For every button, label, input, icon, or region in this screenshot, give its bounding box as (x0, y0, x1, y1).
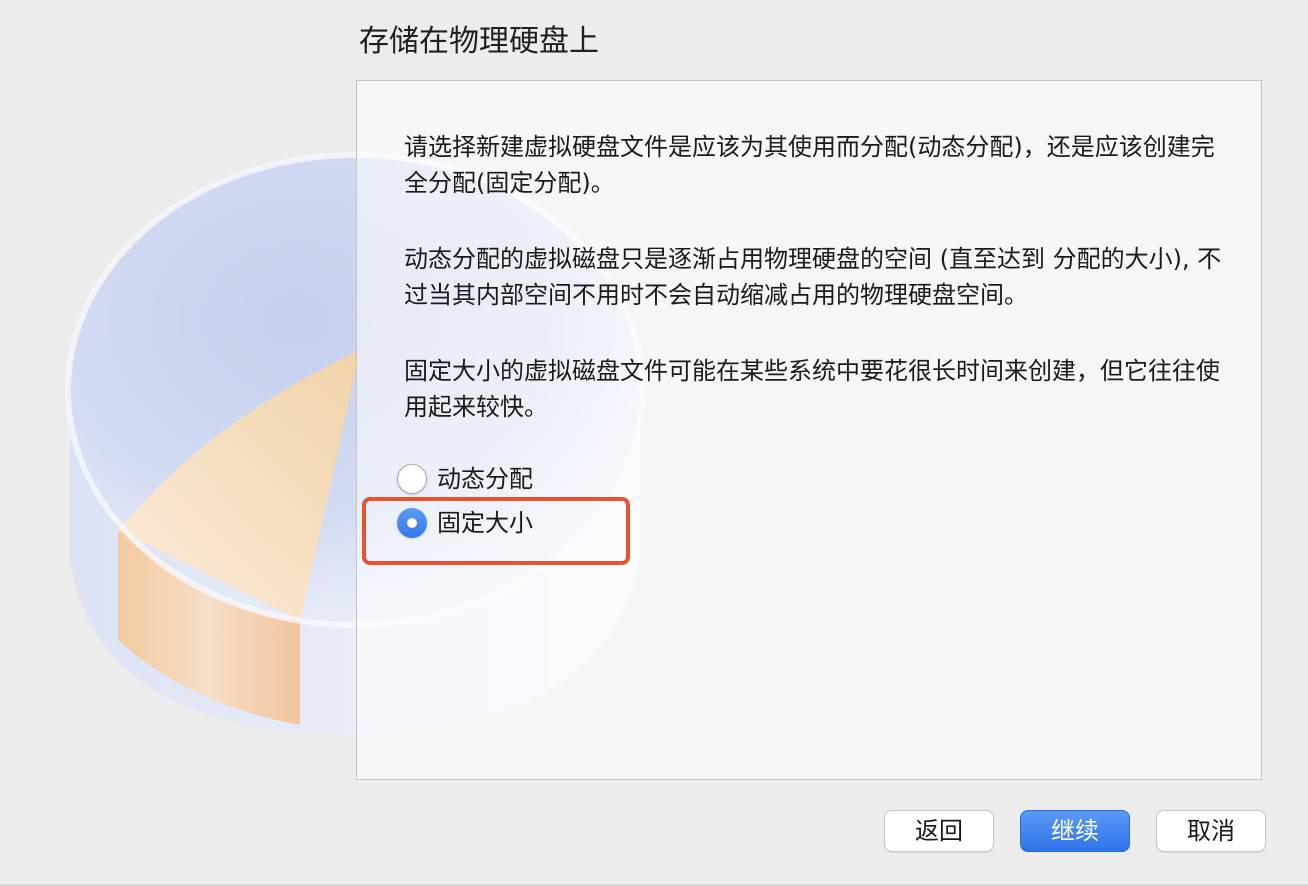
radio-dot-icon (407, 518, 417, 528)
cancel-button[interactable]: 取消 (1156, 810, 1266, 852)
description-paragraph: 请选择新建虚拟硬盘文件是应该为其使用而分配(动态分配)，还是应该创建完全分配(固… (404, 133, 1215, 197)
radio-dynamic-allocation[interactable]: 动态分配 (397, 461, 533, 497)
dynamic-description-paragraph: 动态分配的虚拟磁盘只是逐渐占用物理硬盘的空间 (直至达到 分配的大小), 不过当… (404, 245, 1222, 309)
back-button[interactable]: 返回 (884, 810, 994, 852)
radio-label-fixed: 固定大小 (437, 509, 533, 537)
content-panel: 请选择新建虚拟硬盘文件是应该为其使用而分配(动态分配)，还是应该创建完全分配(固… (356, 80, 1262, 780)
radio-button-unselected[interactable] (397, 464, 427, 494)
fixed-description-paragraph: 固定大小的虚拟磁盘文件可能在某些系统中要花很长时间来创建，但它往往使用起来较快。 (404, 357, 1220, 421)
radio-button-selected[interactable] (397, 508, 427, 538)
page-title: 存储在物理硬盘上 (359, 24, 599, 59)
radio-fixed-size[interactable]: 固定大小 (397, 505, 533, 541)
radio-label-dynamic: 动态分配 (437, 465, 533, 493)
continue-button[interactable]: 继续 (1020, 810, 1130, 852)
